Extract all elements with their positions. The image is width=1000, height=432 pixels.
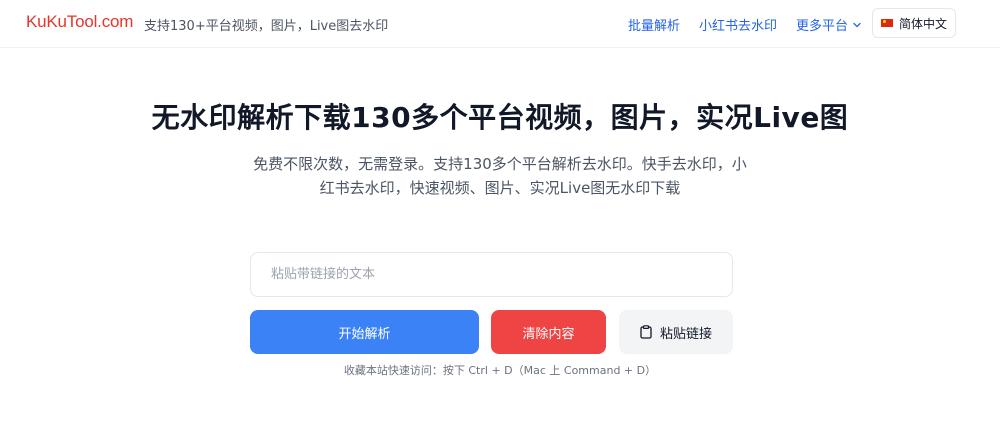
language-label: 简体中文 [898,16,947,31]
paste-link-button[interactable]: 粘贴链接 [619,310,733,354]
start-parse-button[interactable]: 开始解析 [250,310,479,354]
paste-link-label: 粘贴链接 [659,325,712,341]
nav-more-label: 更多平台 [796,19,849,34]
site-tagline: 支持130+平台视频，图片，Live图去水印 [144,19,389,34]
chevron-down-icon [853,22,861,27]
bookmark-hint: 收藏本站快速访问：按下 Ctrl + D（Mac 上 Command + D） [343,364,657,377]
site-logo[interactable]: KuKuTool.com [26,12,133,32]
china-flag-icon [880,19,893,27]
nav-xiaohongshu[interactable]: 小红书去水印 [699,15,777,34]
language-selector[interactable]: 简体中文 [872,8,956,38]
nav-more-platforms[interactable]: 更多平台 [796,15,862,34]
clear-content-button[interactable]: 清除内容 [491,310,606,354]
top-header: KuKuTool.com 支持130+平台视频，图片，Live图去水印 批量解析… [0,0,1000,48]
page-subtitle: 免费不限次数，无需登录。支持130多个平台解析去水印。快手去水印，小红书去水印，… [253,155,747,197]
page-title: 无水印解析下载130多个平台视频，图片，实况Live图 [151,101,849,134]
clipboard-icon [640,325,652,339]
link-text-input[interactable] [250,252,733,297]
nav-batch-parse[interactable]: 批量解析 [628,15,680,34]
